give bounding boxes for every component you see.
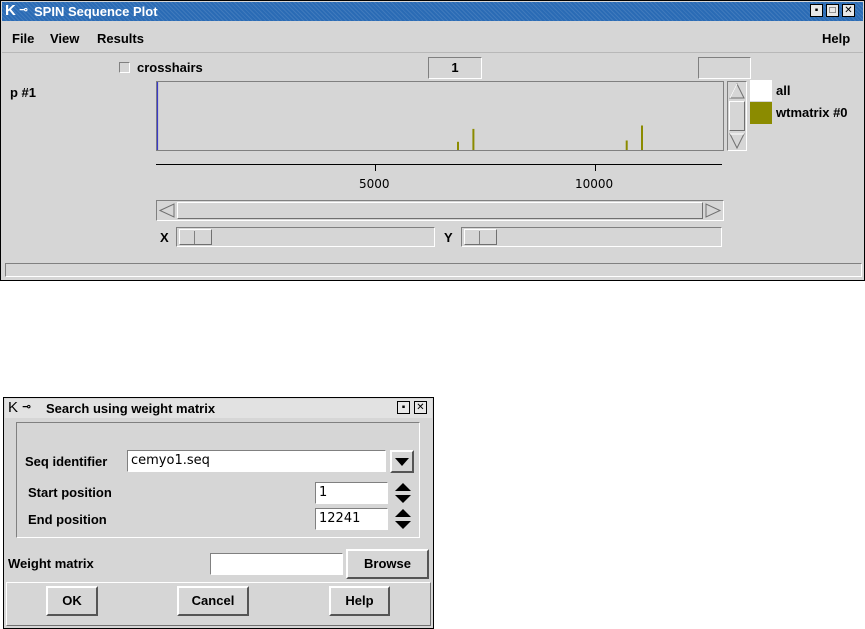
browse-button[interactable]: Browse [346,549,429,579]
end-position-label: End position [28,512,107,527]
legend-wtmatrix-swatch[interactable] [750,102,772,124]
legend-all-swatch [750,80,772,101]
menu-view[interactable]: View [50,31,79,46]
spin-sequence-plot-window: K ⊸ SPIN Sequence Plot ▪ □ ✕ File View R… [0,0,865,281]
legend-wtmatrix-label: wtmatrix #0 [776,105,848,120]
close-button[interactable]: ✕ [842,4,855,17]
x-zoom-label: X [160,230,169,245]
plot-counter-value: 1 [451,60,459,75]
dialog-title-bar[interactable]: K ⊸ Search using weight matrix ▪ ✕ [5,399,432,418]
status-bar [5,263,862,277]
plot-counter: 1 [428,57,482,79]
start-position-stepper[interactable] [393,481,413,505]
menu-results[interactable]: Results [97,31,144,46]
vertical-scroll-thumb[interactable] [729,101,745,131]
cancel-button-label: Cancel [191,593,235,608]
plot-label: p #1 [10,85,37,100]
end-position-stepper[interactable] [393,507,413,531]
scroll-right-arrow[interactable] [704,202,722,219]
scroll-left-arrow[interactable] [158,202,176,219]
menu-bar: File View Results Help [2,24,863,53]
dialog-minimize-button[interactable]: ▪ [397,401,410,414]
plot-canvas[interactable] [156,81,724,151]
seq-identifier-dropdown-button[interactable] [390,450,414,473]
weight-matrix-label: Weight matrix [8,556,94,571]
horizontal-scrollbar[interactable] [156,200,724,221]
start-position-field[interactable]: 1 [315,482,388,504]
vertical-scrollbar[interactable] [727,81,747,151]
dialog-pin-icon[interactable]: ⊸ [22,400,31,413]
maximize-button[interactable]: □ [826,4,839,17]
window-title: SPIN Sequence Plot [34,4,158,19]
seq-identifier-label: Seq identifier [25,454,108,469]
y-zoom-slider-thumb[interactable] [464,229,497,245]
ok-button[interactable]: OK [46,586,98,616]
x-axis-ruler [156,164,722,171]
start-position-label: Start position [28,485,112,500]
plot-mark-3[interactable] [641,125,643,151]
cancel-button[interactable]: Cancel [177,586,249,616]
plot-mark-2[interactable] [625,140,628,151]
help-button-label: Help [345,593,374,608]
horizontal-scroll-thumb[interactable] [177,202,703,219]
menu-file[interactable]: File [12,31,34,46]
app-menu-icon[interactable]: K [5,2,16,19]
x-zoom-slider-thumb[interactable] [179,229,212,245]
ok-button-label: OK [62,593,82,608]
crosshairs-label: crosshairs [137,60,203,75]
start-position-value: 1 [319,485,328,500]
x-tick-label-10000: 10000 [575,177,614,191]
scroll-down-arrow[interactable] [728,132,746,150]
end-position-value: 12241 [319,511,361,526]
y-zoom-slider[interactable] [461,227,722,247]
plot-mark-0[interactable] [457,141,459,150]
end-position-field[interactable]: 12241 [315,508,388,530]
seq-identifier-value: cemyo1.seq [131,453,210,468]
legend-all-label: all [776,83,791,98]
pin-icon[interactable]: ⊸ [19,3,28,16]
y-zoom-label: Y [444,230,453,245]
minimize-button[interactable]: ▪ [810,4,823,17]
x-zoom-slider[interactable] [176,227,435,247]
chevron-down-icon [395,458,409,466]
scroll-up-arrow[interactable] [728,82,746,100]
crosshairs-checkbox[interactable] [119,62,130,73]
dialog-title: Search using weight matrix [46,401,216,416]
seq-identifier-field[interactable]: cemyo1.seq [127,450,386,472]
dialog-close-button[interactable]: ✕ [414,401,427,414]
position-readout [698,57,751,79]
weight-matrix-field[interactable] [210,553,343,575]
dialog-app-icon[interactable]: K [8,399,18,416]
help-button[interactable]: Help [329,586,390,616]
plot-mark-1[interactable] [472,128,475,150]
search-weight-matrix-dialog: K ⊸ Search using weight matrix ▪ ✕ Seq i… [3,397,434,629]
main-title-bar[interactable]: K ⊸ SPIN Sequence Plot ▪ □ ✕ [2,2,863,21]
menu-help[interactable]: Help [822,31,850,46]
browse-button-label: Browse [364,556,411,571]
x-tick-label-5000: 5000 [359,177,390,191]
